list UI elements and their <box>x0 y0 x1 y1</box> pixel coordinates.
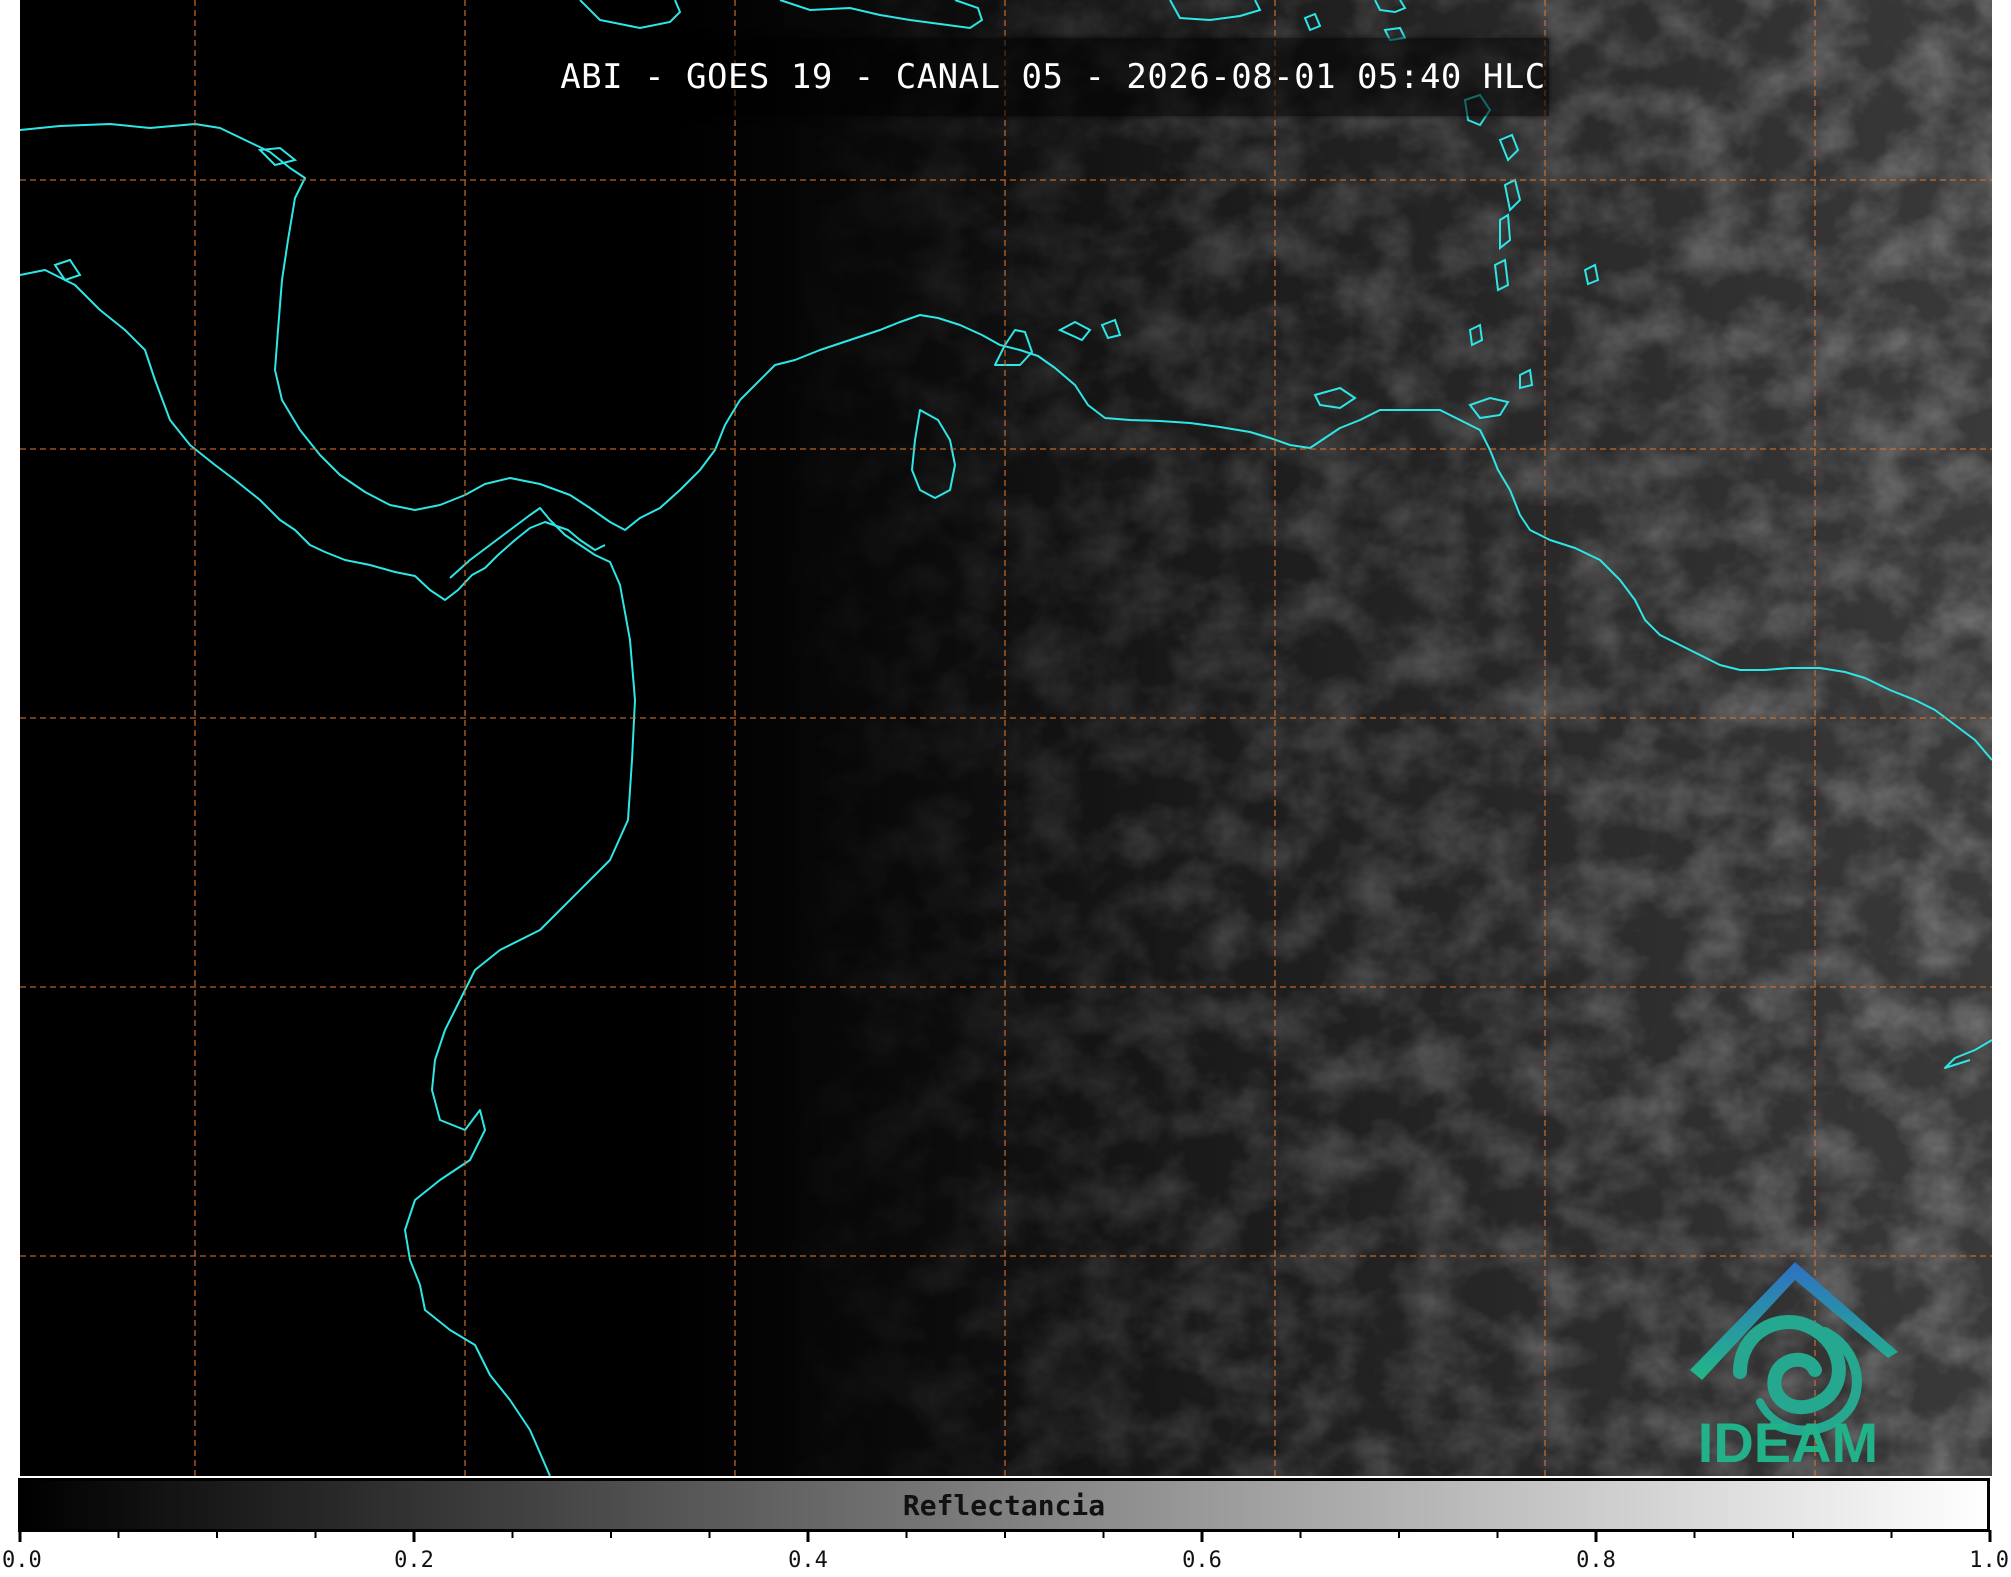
satellite-map[interactable]: ABI - GOES 19 - CANAL 05 - 2026-08-01 05… <box>20 0 1992 1476</box>
ideam-logo-icon: IDEAM <box>1690 1262 1898 1472</box>
tick-label: 0.0 <box>2 1548 42 1573</box>
colorbar-label: Reflectancia <box>902 1488 1106 1522</box>
logo-text: IDEAM <box>1698 1411 1878 1472</box>
tick-label: 0.8 <box>1576 1548 1616 1573</box>
tick-label: 0.6 <box>1182 1548 1222 1573</box>
colorbar: Reflectancia <box>18 1478 1990 1532</box>
colorbar-ticks: 0.0 0.2 0.4 0.6 0.8 1.0 <box>2 1530 2009 1573</box>
map-title-text: ABI - GOES 19 - CANAL 05 - 2026-08-01 05… <box>560 57 1546 97</box>
map-title: ABI - GOES 19 - CANAL 05 - 2026-08-01 05… <box>557 38 1549 116</box>
tick-label: 0.2 <box>394 1548 434 1573</box>
tick-label: 1.0 <box>1969 1548 2009 1573</box>
tick-label: 0.4 <box>788 1548 828 1573</box>
